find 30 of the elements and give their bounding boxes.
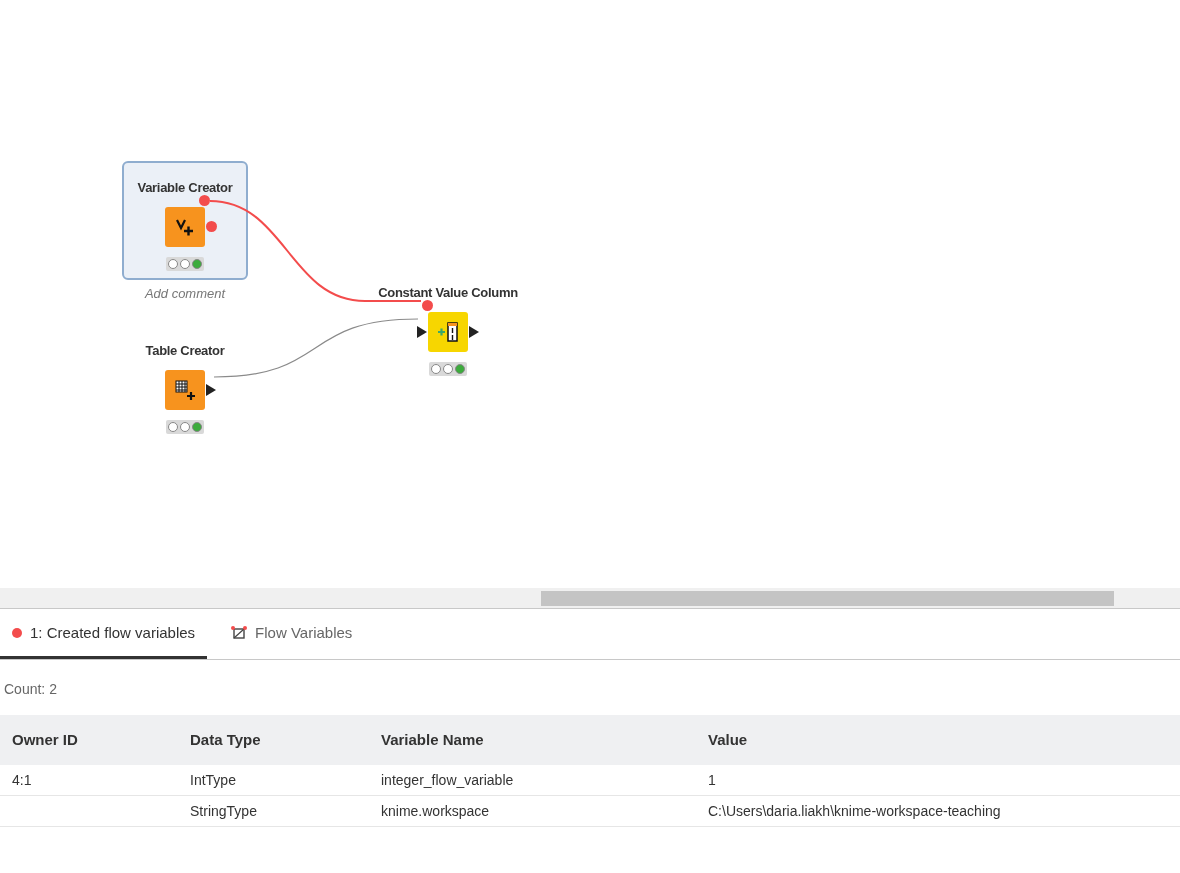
table-cell: C:\Users\daria.liakh\knime-workspace-teaching	[708, 802, 1001, 819]
column-header[interactable]: Variable Name	[369, 728, 696, 752]
comment-placeholder[interactable]: Add comment	[144, 283, 226, 303]
flow-variable-icon	[231, 626, 248, 640]
status-lights	[429, 361, 467, 376]
table-cell: integer_flow_variable	[381, 771, 514, 788]
column-header[interactable]: Value	[696, 728, 1180, 752]
node-block[interactable]	[165, 206, 205, 247]
node-title: Variable Creator	[137, 179, 233, 197]
status-lights	[166, 419, 204, 434]
node-title: Table Creator	[145, 342, 225, 360]
tab[interactable]: 1: Created flow variables	[0, 610, 208, 659]
column-plus-icon	[436, 320, 460, 343]
column-header[interactable]: Data Type	[178, 728, 369, 752]
table-cell: 4:1	[12, 771, 32, 788]
table-plus-icon	[174, 378, 196, 401]
table-cell: StringType	[190, 802, 257, 819]
count-label: Count: 2	[3, 680, 58, 699]
scrollbar-thumb[interactable]	[541, 590, 1114, 606]
tab[interactable]: Flow Variables	[207, 610, 377, 659]
variable-port[interactable]	[199, 194, 210, 206]
table-cell: IntType	[190, 771, 236, 788]
table-cell: knime.workspace	[381, 802, 490, 819]
node-block[interactable]	[165, 369, 205, 410]
variable-port[interactable]	[422, 299, 433, 311]
node-title: Constant Value Column	[378, 284, 518, 302]
variable-port[interactable]	[206, 220, 217, 232]
node-block[interactable]	[428, 311, 468, 352]
table-cell: 1	[708, 771, 716, 788]
column-header[interactable]: Owner ID	[0, 728, 178, 752]
